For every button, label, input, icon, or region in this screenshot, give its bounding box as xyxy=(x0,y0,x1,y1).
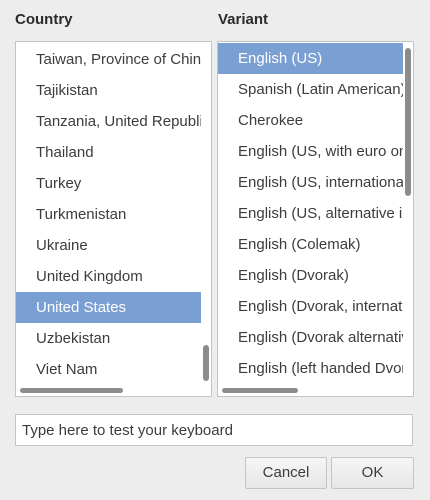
variant-heading: Variant xyxy=(218,11,269,28)
country-item-ukraine[interactable]: Ukraine xyxy=(16,230,211,261)
country-horizontal-scrollbar[interactable] xyxy=(16,384,211,396)
country-item-turkmenistan[interactable]: Turkmenistan xyxy=(16,199,211,230)
country-item-united-states[interactable]: United States xyxy=(16,292,211,323)
country-item-united-kingdom[interactable]: United Kingdom xyxy=(16,261,211,292)
variant-item-spanish-latin-american[interactable]: Spanish (Latin American) xyxy=(218,74,413,105)
country-item-turkey[interactable]: Turkey xyxy=(16,168,211,199)
variant-vertical-scroll-thumb[interactable] xyxy=(405,48,411,196)
country-item-viet-nam[interactable]: Viet Nam xyxy=(16,354,211,385)
variant-vertical-scrollbar[interactable] xyxy=(403,42,413,384)
variant-item-english-us[interactable]: English (US) xyxy=(218,43,413,74)
country-item-taiwan[interactable]: Taiwan, Province of China xyxy=(16,44,211,75)
keyboard-test-input[interactable] xyxy=(15,414,413,446)
variant-item-english-us-euro[interactable]: English (US, with euro on 5) xyxy=(218,136,413,167)
country-list[interactable]: Taiwan, Province of China Tajikistan Tan… xyxy=(15,41,212,397)
variant-item-cherokee[interactable]: Cherokee xyxy=(218,105,413,136)
variant-item-english-us-alternative[interactable]: English (US, alternative international) xyxy=(218,198,413,229)
variant-item-english-dvorak-international[interactable]: English (Dvorak, international with dead… xyxy=(218,291,413,322)
country-item-tajikistan[interactable]: Tajikistan xyxy=(16,75,211,106)
ok-button[interactable]: OK xyxy=(331,457,414,489)
variant-horizontal-scroll-thumb[interactable] xyxy=(222,388,298,393)
variant-horizontal-scrollbar[interactable] xyxy=(218,384,413,396)
country-horizontal-scroll-thumb[interactable] xyxy=(20,388,123,393)
variant-item-english-colemak[interactable]: English (Colemak) xyxy=(218,229,413,260)
country-vertical-scrollbar[interactable] xyxy=(201,42,211,384)
country-heading: Country xyxy=(15,11,73,28)
variant-list[interactable]: English (US) Spanish (Latin American) Ch… xyxy=(217,41,414,397)
cancel-button[interactable]: Cancel xyxy=(245,457,327,489)
country-item-thailand[interactable]: Thailand xyxy=(16,137,211,168)
variant-item-english-left-handed-dvorak[interactable]: English (left handed Dvorak) xyxy=(218,353,413,384)
country-item-tanzania[interactable]: Tanzania, United Republic of xyxy=(16,106,211,137)
variant-item-english-dvorak[interactable]: English (Dvorak) xyxy=(218,260,413,291)
country-item-uzbekistan[interactable]: Uzbekistan xyxy=(16,323,211,354)
country-vertical-scroll-thumb[interactable] xyxy=(203,345,209,381)
variant-item-english-dvorak-alternative[interactable]: English (Dvorak alternative internationa… xyxy=(218,322,413,353)
variant-item-english-us-international[interactable]: English (US, international with dead key… xyxy=(218,167,413,198)
variant-items: English (US) Spanish (Latin American) Ch… xyxy=(218,43,413,384)
country-items: Taiwan, Province of China Tajikistan Tan… xyxy=(16,44,211,385)
